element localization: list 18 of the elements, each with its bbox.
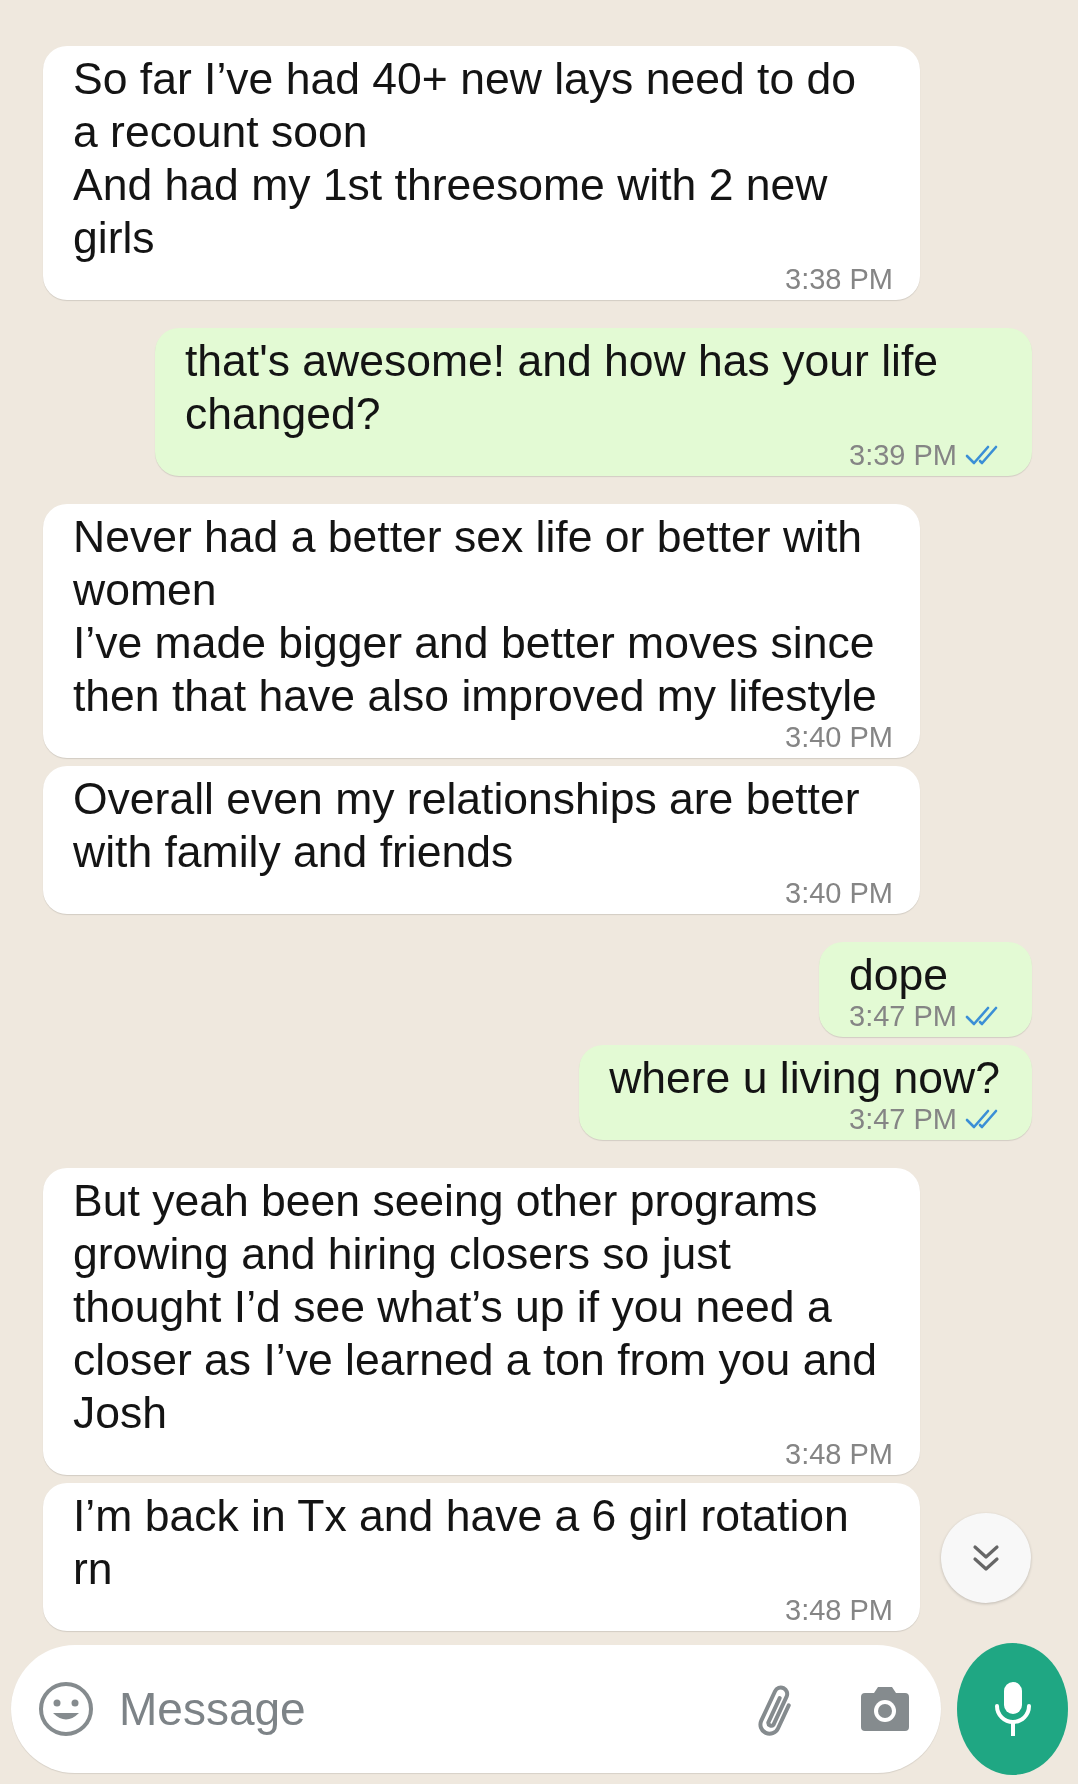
- message-time: 3:48 PM: [785, 1593, 893, 1627]
- message-time: 3:47 PM: [849, 999, 957, 1033]
- message-text: that's awesome! and how has your life changed?: [185, 335, 940, 440]
- message-time: 3:48 PM: [785, 1437, 893, 1471]
- message-time: 3:40 PM: [785, 720, 893, 754]
- message-text: I’m back in Tx and have a 6 girl rotation rn: [73, 1490, 850, 1595]
- message-time: 3:39 PM: [849, 438, 957, 472]
- message-text: where u living now?: [609, 1052, 1000, 1104]
- message-text: So far I’ve had 40+ new lays need to do a recount soon And had my 1st threesome with 2 new girls: [73, 53, 857, 264]
- message-time: 3:40 PM: [785, 876, 893, 910]
- message-field[interactable]: Message: [117, 1681, 719, 1737]
- message-time: 3:38 PM: [785, 262, 893, 296]
- message-time: 3:47 PM: [849, 1102, 957, 1136]
- message-text: Never had a better sex life or better with women I’ve made bigger and better moves since then that have also improved my lifestyle: [73, 511, 878, 722]
- message-text: But yeah been seeing other programs growing and hiring closers so just thought I’d see what’s up if you need a closer as I’ve learned a ton from you and Josh: [73, 1175, 878, 1439]
- message-text: Overall even my relationships are better with family and friends: [73, 773, 861, 878]
- message-input[interactable]: Message: [11, 1645, 941, 1773]
- message-text: dope: [849, 949, 949, 1001]
